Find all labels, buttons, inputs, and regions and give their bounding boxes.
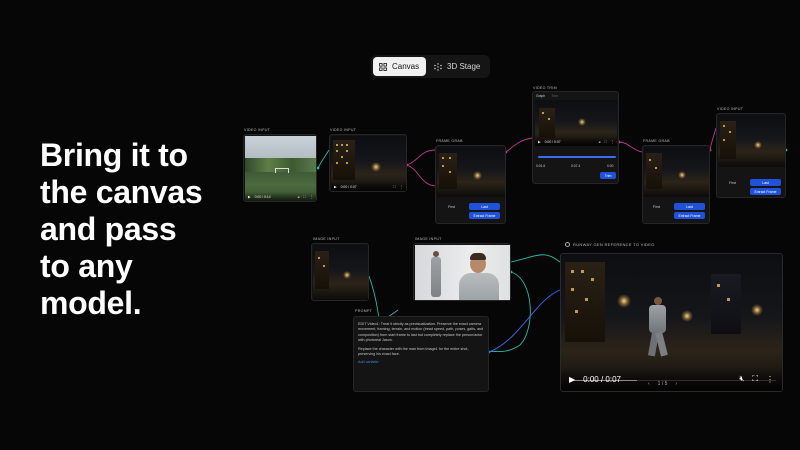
- output-pager: ‹ 1 / 5 ›: [648, 381, 677, 387]
- trim-start: 0:01.6: [536, 164, 546, 168]
- node-title: IMAGE INPUT: [415, 237, 442, 241]
- mute-icon[interactable]: 🔇︎: [739, 374, 744, 384]
- node-title: FRAME GRAB: [643, 139, 670, 143]
- video-controls: ▶ 0:00 / 0:07 ◂ ⛶ ⋮: [535, 137, 617, 146]
- field-label: First: [448, 205, 455, 209]
- tab-canvas[interactable]: Canvas: [373, 57, 426, 76]
- node-title: VIDEO INPUT: [330, 128, 357, 132]
- video-input-node[interactable]: First Last Extract Frame: [716, 113, 786, 198]
- trim-tabs: Graph Trim: [536, 94, 558, 98]
- view-switcher: Canvas 3D Stage: [371, 55, 490, 78]
- headline-line: to any: [40, 248, 133, 284]
- node-title: VIDEO INPUT: [244, 128, 271, 132]
- more-icon[interactable]: ⋮: [611, 140, 614, 144]
- tab-label: Canvas: [392, 62, 420, 71]
- node-title: PROMPT: [355, 309, 373, 313]
- trim-end: 0:00: [607, 164, 614, 168]
- play-icon[interactable]: ▶: [538, 140, 541, 144]
- fullscreen-icon[interactable]: ⛶: [393, 185, 395, 189]
- page-indicator: 1 / 5: [657, 381, 668, 387]
- frame-grab-node[interactable]: First Last Extract Frame: [435, 145, 506, 224]
- image-input-node[interactable]: [413, 243, 511, 301]
- node-title: IMAGE INPUT: [313, 237, 340, 241]
- trim-mid: 0:07.4: [571, 164, 581, 168]
- person-body: [431, 257, 441, 297]
- more-icon[interactable]: ⋮: [766, 375, 774, 384]
- node-title: FRAME GRAB: [436, 139, 463, 143]
- headline-line: Bring it to: [40, 137, 188, 173]
- image-preview: [415, 245, 510, 300]
- output-video-player[interactable]: ▶ 0:00 / 0:07 🔇︎ ⛶ ⋮: [560, 253, 783, 392]
- time-display: 0:00 / 0:07: [340, 184, 357, 189]
- building: [333, 140, 355, 180]
- add-variable-link[interactable]: Add variable: [358, 360, 484, 365]
- image-input-node[interactable]: [311, 243, 369, 301]
- trim-button[interactable]: Trim: [600, 172, 616, 179]
- node-title: VIDEO TRIM: [533, 86, 557, 90]
- extract-frame-button[interactable]: Extract Frame: [469, 212, 500, 219]
- grid-icon: [379, 62, 387, 71]
- runner-torso: [649, 305, 666, 333]
- play-icon[interactable]: ▶: [334, 185, 337, 189]
- video-controls: ▶ 0:00 / 0:07 ⛶ ⋮: [331, 182, 406, 191]
- play-icon[interactable]: ▶: [569, 375, 575, 384]
- play-icon[interactable]: ▶: [248, 195, 251, 199]
- more-icon[interactable]: ⋮: [400, 185, 403, 189]
- cube-icon: [434, 62, 442, 71]
- player-controls: ▶ 0:00 / 0:07 🔇︎ ⛶ ⋮: [561, 367, 782, 391]
- image-preview: [313, 245, 368, 300]
- tab-3d-stage[interactable]: 3D Stage: [428, 57, 486, 76]
- runner-leg: [655, 331, 668, 357]
- time-display: 0:00 / 0:07: [544, 139, 561, 144]
- prompt-node[interactable]: EDIT Video1: Treat it strictly as previs…: [353, 316, 489, 392]
- video-input-node[interactable]: ▶ 0:00 / 0:14 ◂ ⛶ ⋮: [243, 134, 317, 202]
- frame-preview: [644, 147, 709, 197]
- output-title: RUNWAY GEN REFERENCE TO VIDEO: [573, 242, 655, 247]
- tab-trim[interactable]: Trim: [551, 94, 557, 98]
- goal-frame: [275, 168, 289, 173]
- frame-preview: [437, 147, 505, 197]
- extract-frame-button[interactable]: Extract Frame: [750, 188, 781, 195]
- field-label: First: [729, 181, 736, 185]
- video-preview: ▶ 0:00 / 0:07 ⛶ ⋮: [331, 136, 406, 191]
- headline: Bring it to the canvas and pass to any m…: [40, 137, 240, 322]
- prompt-text[interactable]: Replace the character with the man from …: [358, 347, 484, 358]
- frame-select[interactable]: Last: [750, 179, 781, 186]
- video-controls: ▶ 0:00 / 0:14 ◂ ⛶ ⋮: [245, 192, 316, 201]
- video-preview: ▶ 0:00 / 0:14 ◂ ⛶ ⋮: [245, 136, 316, 201]
- frame-select[interactable]: Last: [674, 203, 705, 210]
- runner-head: [654, 297, 662, 305]
- fullscreen-icon[interactable]: ⛶: [604, 140, 606, 144]
- time-display: 0:00 / 0:07: [583, 374, 621, 384]
- volume-icon[interactable]: ◂: [599, 140, 601, 144]
- tab-label: 3D Stage: [447, 62, 481, 71]
- person-hair: [470, 253, 486, 260]
- prev-icon[interactable]: ‹: [648, 381, 650, 387]
- frame-select[interactable]: Last: [469, 203, 500, 210]
- video-preview: [718, 115, 785, 167]
- time-display: 0:00 / 0:14: [254, 194, 271, 199]
- node-title: VIDEO INPUT: [717, 107, 744, 111]
- more-icon[interactable]: ⋮: [310, 195, 313, 199]
- frame-grab-node[interactable]: First Last Extract Frame: [642, 145, 710, 224]
- video-trim-node[interactable]: Graph Trim ▶ 0:00 / 0:07 ◂ ⛶ ⋮ 0:01.6 0:…: [532, 91, 619, 184]
- next-icon[interactable]: ›: [675, 381, 677, 387]
- volume-icon[interactable]: ◂: [298, 195, 300, 199]
- prompt-text[interactable]: EDIT Video1: Treat it strictly as previs…: [358, 322, 484, 344]
- video-input-node[interactable]: ▶ 0:00 / 0:07 ⛶ ⋮: [329, 134, 407, 192]
- fullscreen-icon[interactable]: ⛶: [752, 374, 758, 384]
- trim-range-bar[interactable]: [538, 156, 616, 158]
- tab-graph[interactable]: Graph: [536, 94, 545, 98]
- fullscreen-icon[interactable]: ⛶: [303, 195, 305, 199]
- spinner-icon: [565, 242, 570, 247]
- field-label: First: [653, 205, 660, 209]
- video-preview: ▶ 0:00 / 0:07 ◂ ⛶ ⋮: [535, 100, 617, 146]
- output-node-title: RUNWAY GEN REFERENCE TO VIDEO: [565, 242, 655, 247]
- headline-line: and pass: [40, 211, 177, 247]
- headline-line: model.: [40, 285, 142, 321]
- headline-line: the canvas: [40, 174, 203, 210]
- person-hoodie: [459, 273, 499, 300]
- extract-frame-button[interactable]: Extract Frame: [674, 212, 705, 219]
